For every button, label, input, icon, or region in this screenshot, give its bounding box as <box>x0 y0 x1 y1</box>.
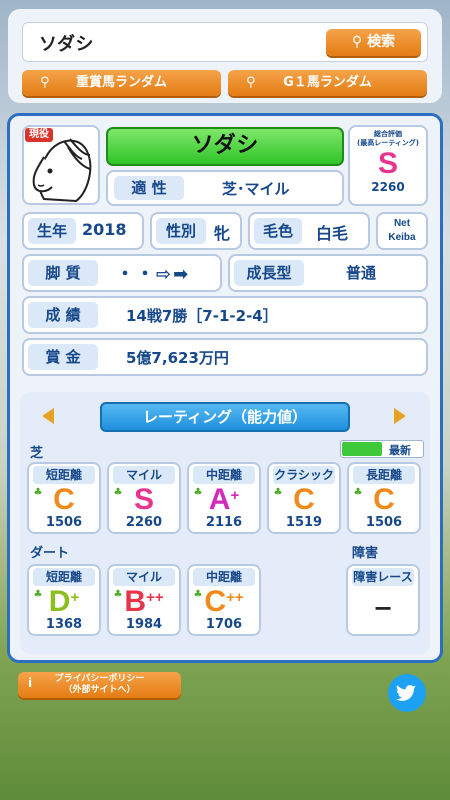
rating-card-turf-2[interactable]: 中距離 ♣ A+ 2116 <box>187 462 261 534</box>
twitter-icon <box>396 685 416 701</box>
rating-grade: C <box>269 482 339 518</box>
rating-card-turf-3[interactable]: クラシック ♣ C 1519 <box>267 462 341 534</box>
privacy-policy-button[interactable]: i プライバシーポリシー （外部サイトへ） <box>18 672 181 698</box>
search-icon: ⚲ <box>40 75 50 90</box>
rating-card-turf-4[interactable]: 長距離 ♣ C 1506 <box>347 462 421 534</box>
coat-label: 毛色 <box>254 218 302 244</box>
growth-value: 普通 <box>346 264 377 282</box>
rating-grade-letter: C <box>373 483 395 516</box>
rating-title: レーティング（能力値） <box>100 402 350 432</box>
rating-grade-letter: C <box>53 483 75 516</box>
obstacle-label: 障害 <box>352 546 379 561</box>
rating-grade: C <box>29 482 99 518</box>
next-arrow-icon[interactable] <box>394 408 406 424</box>
rating-grade: D+ <box>29 584 99 620</box>
newest-toggle[interactable]: 最新 <box>340 440 424 458</box>
aptitude-value: 芝･マイル <box>222 180 290 198</box>
growth-label: 成長型 <box>234 260 304 286</box>
rating-grade: B++ <box>109 584 179 620</box>
search-input-value: ソダシ <box>39 34 94 55</box>
running-style-value: ・・⇨➡ <box>116 264 191 285</box>
twitter-button[interactable] <box>388 674 426 712</box>
prize-label: 賞 金 <box>28 344 98 370</box>
rating-score: 2116 <box>205 515 243 530</box>
rating-grade-letter: D <box>48 585 71 618</box>
rating-grade-letter: C <box>293 483 315 516</box>
obstacle-card[interactable]: 障害レース − <box>346 564 420 636</box>
birth-label: 生年 <box>28 218 76 244</box>
rating-score: 1368 <box>45 617 83 632</box>
sex-label: 性別 <box>156 218 206 244</box>
rating-card-dirt-1[interactable]: マイル ♣ B++ 1984 <box>107 564 181 636</box>
prize-value: 5億7,623万円 <box>126 349 229 367</box>
rating-card-turf-1[interactable]: マイル ♣ S 2260 <box>107 462 181 534</box>
rating-grade: C++ <box>189 584 259 620</box>
rating-score: 1506 <box>365 515 403 530</box>
sex-value: 牝 <box>214 224 231 243</box>
rating-grade-letter: B <box>124 585 147 618</box>
rating-grade-letter: S <box>133 483 154 516</box>
overall-rating-box: 総合評価 (最高レーティング) S 2260 <box>348 125 428 206</box>
info-icon: i <box>28 676 33 690</box>
birth-value: 2018 <box>82 220 127 239</box>
prev-arrow-icon[interactable] <box>42 408 54 424</box>
rating-grade-plus: + <box>230 487 240 504</box>
rating-grade-plus: ++ <box>146 589 164 606</box>
search-icon: ⚲ <box>246 75 256 90</box>
overall-score: 2260 <box>371 180 405 194</box>
obstacle-value: − <box>372 594 394 622</box>
status-badge: 現役 <box>25 128 53 142</box>
record-label: 成 績 <box>28 302 98 328</box>
search-button[interactable]: ⚲ 検索 <box>326 29 421 56</box>
overall-label: 総合評価 (最高レーティング) <box>357 130 419 147</box>
running-style-label: 脚 質 <box>28 260 98 286</box>
rating-grade-plus: ++ <box>226 589 244 606</box>
rating-grade-plus: + <box>70 589 80 606</box>
rating-score: 1706 <box>205 617 243 632</box>
aptitude-label: 適 性 <box>114 176 184 200</box>
random-g1-button[interactable]: ⚲ G１馬ランダム <box>228 70 427 96</box>
rating-grade: S <box>109 482 179 518</box>
rating-score: 1506 <box>45 515 83 530</box>
rating-card-turf-0[interactable]: 短距離 ♣ C 1506 <box>27 462 101 534</box>
netkeiba-link[interactable]: Net Keiba <box>376 212 428 250</box>
rating-card-dirt-0[interactable]: 短距離 ♣ D+ 1368 <box>27 564 101 636</box>
coat-value: 白毛 <box>316 224 349 243</box>
rating-grade: A+ <box>189 482 259 518</box>
rating-grade-letter: C <box>204 585 227 618</box>
turf-label: 芝 <box>30 446 44 461</box>
rating-card-dirt-2[interactable]: 中距離 ♣ C++ 1706 <box>187 564 261 636</box>
rating-grade: C <box>349 482 419 518</box>
record-value: 14戦7勝［7-1-2-4］ <box>126 307 278 325</box>
horse-name: ソダシ <box>191 133 259 158</box>
rating-score: 1984 <box>125 617 163 632</box>
overall-grade: S <box>377 147 398 180</box>
horse-name-box: ソダシ <box>106 127 344 166</box>
search-icon: ⚲ <box>351 34 363 50</box>
rating-score: 1519 <box>285 515 323 530</box>
dirt-label: ダート <box>30 546 70 561</box>
random-jusho-button[interactable]: ⚲ 重賞馬ランダム <box>22 70 221 96</box>
rating-score: 2260 <box>125 515 163 530</box>
newest-toggle-fill <box>342 442 382 456</box>
rating-grade-letter: A <box>208 483 231 516</box>
